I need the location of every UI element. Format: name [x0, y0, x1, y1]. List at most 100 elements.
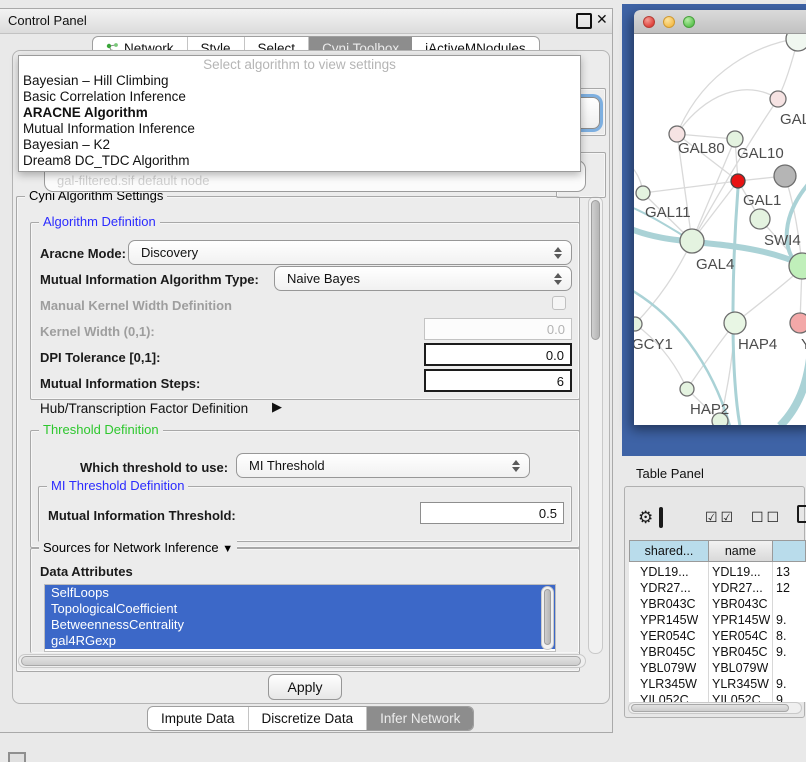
tab-impute-data[interactable]: Impute Data — [148, 707, 249, 730]
network-nodes[interactable] — [634, 34, 806, 425]
node-hap2[interactable] — [680, 382, 694, 396]
dpi-tolerance-input[interactable]: 0.0 — [424, 343, 572, 366]
dropdown-item-aracne[interactable]: ARACNE Algorithm — [19, 105, 580, 121]
column-divider — [772, 562, 773, 702]
float-window-icon[interactable] — [576, 13, 592, 29]
table-cell[interactable]: YDL19... — [640, 565, 689, 579]
table-cell[interactable]: YLR345W — [712, 677, 769, 691]
node-hap4[interactable] — [724, 312, 746, 334]
network-window-titlebar[interactable] — [634, 10, 806, 34]
mi-algorithm-type-combobox[interactable]: Naive Bayes — [274, 266, 572, 291]
document-icon[interactable] — [797, 505, 806, 523]
settings-horizontal-scrollbar-thumb[interactable] — [21, 656, 581, 666]
collapse-arrow-icon[interactable]: ▼ — [222, 543, 233, 555]
node-salmon[interactable] — [790, 313, 806, 333]
network-canvas[interactable]: GAL7 GAL80 GAL10 GAL1 GAL11 SWI4 GAL4 GC… — [634, 34, 806, 425]
which-threshold-label: Which threshold to use: — [80, 460, 228, 475]
control-panel-title: Control Panel — [8, 13, 87, 28]
expand-arrow-icon[interactable]: ▶ — [272, 399, 282, 415]
table-cell[interactable]: YPR145W — [640, 613, 698, 627]
column-header-name[interactable]: name — [709, 540, 773, 562]
table-body: YDL19... YDL19... 13 YDR27... YDR27... 1… — [629, 562, 806, 702]
table-cell[interactable]: 8. — [776, 629, 786, 643]
table-cell[interactable]: YER054C — [640, 629, 696, 643]
dropdown-item-dream8[interactable]: Dream8 DC_TDC Algorithm — [19, 153, 580, 169]
node-gal11[interactable] — [636, 186, 650, 200]
table-cell[interactable]: YER054C — [712, 629, 768, 643]
spinner-arrows-icon — [511, 460, 520, 472]
node[interactable] — [786, 34, 806, 51]
settings-horizontal-scrollbar[interactable] — [18, 654, 586, 668]
table-cell[interactable]: YBR045C — [640, 645, 696, 659]
table-cell[interactable]: YBR043C — [640, 597, 696, 611]
table-cell[interactable]: 12 — [776, 581, 790, 595]
table-cell[interactable]: YBR045C — [712, 645, 768, 659]
which-threshold-combobox[interactable]: MI Threshold — [236, 453, 530, 478]
zoom-traffic-light-icon[interactable] — [683, 16, 695, 28]
table-cell[interactable]: YBL079W — [640, 661, 696, 675]
table-cell[interactable]: YBL079W — [712, 661, 768, 675]
mi-threshold-label: Mutual Information Threshold: — [48, 508, 236, 523]
deselect-all-icon[interactable]: ☐☐ — [751, 509, 782, 526]
tab-infer-network[interactable]: Infer Network — [367, 707, 473, 730]
column-header-partial[interactable] — [773, 540, 806, 562]
which-threshold-value: MI Threshold — [237, 458, 511, 473]
threshold-definition-title: Threshold Definition — [39, 422, 163, 437]
minimize-traffic-light-icon[interactable] — [663, 16, 675, 28]
table-cell[interactable]: YIL052C — [640, 693, 689, 702]
list-item-selfloops[interactable]: SelfLoops — [45, 585, 555, 601]
table-horizontal-scrollbar-thumb[interactable] — [631, 704, 789, 712]
list-item-topologicalcoefficient[interactable]: TopologicalCoefficient — [45, 601, 555, 617]
attribute-list-scrollbar[interactable] — [541, 586, 554, 650]
table-cell[interactable]: YDR27... — [640, 581, 691, 595]
dropdown-item-bayesian-hill-climbing[interactable]: Bayesian – Hill Climbing — [19, 73, 580, 89]
node-gray[interactable] — [774, 165, 796, 187]
table-cell[interactable]: 13 — [776, 565, 790, 579]
mi-threshold-definition-title: MI Threshold Definition — [47, 478, 188, 493]
control-panel-titlebar[interactable]: Control Panel ✕ — [0, 9, 612, 34]
gear-icon[interactable]: ⚙ — [638, 508, 653, 528]
node-label: GAL10 — [737, 145, 784, 162]
columns-icon[interactable] — [659, 507, 663, 528]
table-cell[interactable]: 9. — [776, 613, 786, 627]
node-label: GCY1 — [634, 336, 673, 353]
dropdown-item-basic-correlation[interactable]: Basic Correlation Inference — [19, 89, 580, 105]
close-traffic-light-icon[interactable] — [643, 16, 655, 28]
node-gal4[interactable] — [680, 229, 704, 253]
settings-vertical-scrollbar[interactable] — [588, 196, 603, 654]
table-cell[interactable]: YPR145W — [712, 613, 770, 627]
dropdown-item-bayesian-k2[interactable]: Bayesian – K2 — [19, 137, 580, 153]
table-cell[interactable]: YIL052C — [712, 693, 761, 702]
attribute-list-scrollbar-thumb[interactable] — [544, 589, 551, 645]
docked-panel-icon[interactable] — [8, 752, 26, 762]
close-icon[interactable]: ✕ — [596, 11, 608, 28]
table-cell[interactable]: 9 — [776, 693, 783, 702]
list-item-gal4rgexp[interactable]: gal4RGexp — [45, 633, 555, 649]
manual-kernel-width-checkbox[interactable] — [552, 296, 566, 310]
table-cell[interactable]: 9. — [776, 645, 786, 659]
node-gal7[interactable] — [770, 91, 786, 107]
dropdown-item-mutual-information[interactable]: Mutual Information Inference — [19, 121, 580, 137]
table-horizontal-scrollbar[interactable] — [628, 702, 802, 714]
column-header-shared-name[interactable]: shared... — [629, 540, 709, 562]
mi-steps-input[interactable]: 6 — [424, 369, 572, 392]
table-cell[interactable]: YDR27... — [712, 581, 763, 595]
table-cell[interactable]: YDL19... — [712, 565, 761, 579]
kernel-width-input[interactable]: 0.0 — [424, 318, 572, 340]
node-gal1-selected[interactable] — [731, 174, 745, 188]
apply-button[interactable]: Apply — [268, 674, 342, 700]
node-gcy1[interactable] — [634, 317, 642, 331]
node-swi4[interactable] — [750, 209, 770, 229]
settings-vertical-scrollbar-thumb[interactable] — [591, 200, 600, 340]
table-cell[interactable]: YBR043C — [712, 597, 768, 611]
dpi-tolerance-label: DPI Tolerance [0,1]: — [40, 350, 160, 365]
table-cell[interactable]: YLR345W — [640, 677, 697, 691]
mi-threshold-input[interactable]: 0.5 — [420, 502, 564, 524]
list-item-betweennesscentrality[interactable]: BetweennessCentrality — [45, 617, 555, 633]
select-all-icon[interactable]: ☑☑ — [705, 509, 736, 526]
node-label: SWI4 — [764, 232, 801, 249]
tab-discretize-data[interactable]: Discretize Data — [249, 707, 368, 730]
bottom-tabbar: Impute Data Discretize Data Infer Networ… — [147, 706, 474, 731]
aracne-mode-combobox[interactable]: Discovery — [128, 240, 572, 265]
table-cell[interactable]: 9. — [776, 677, 786, 691]
